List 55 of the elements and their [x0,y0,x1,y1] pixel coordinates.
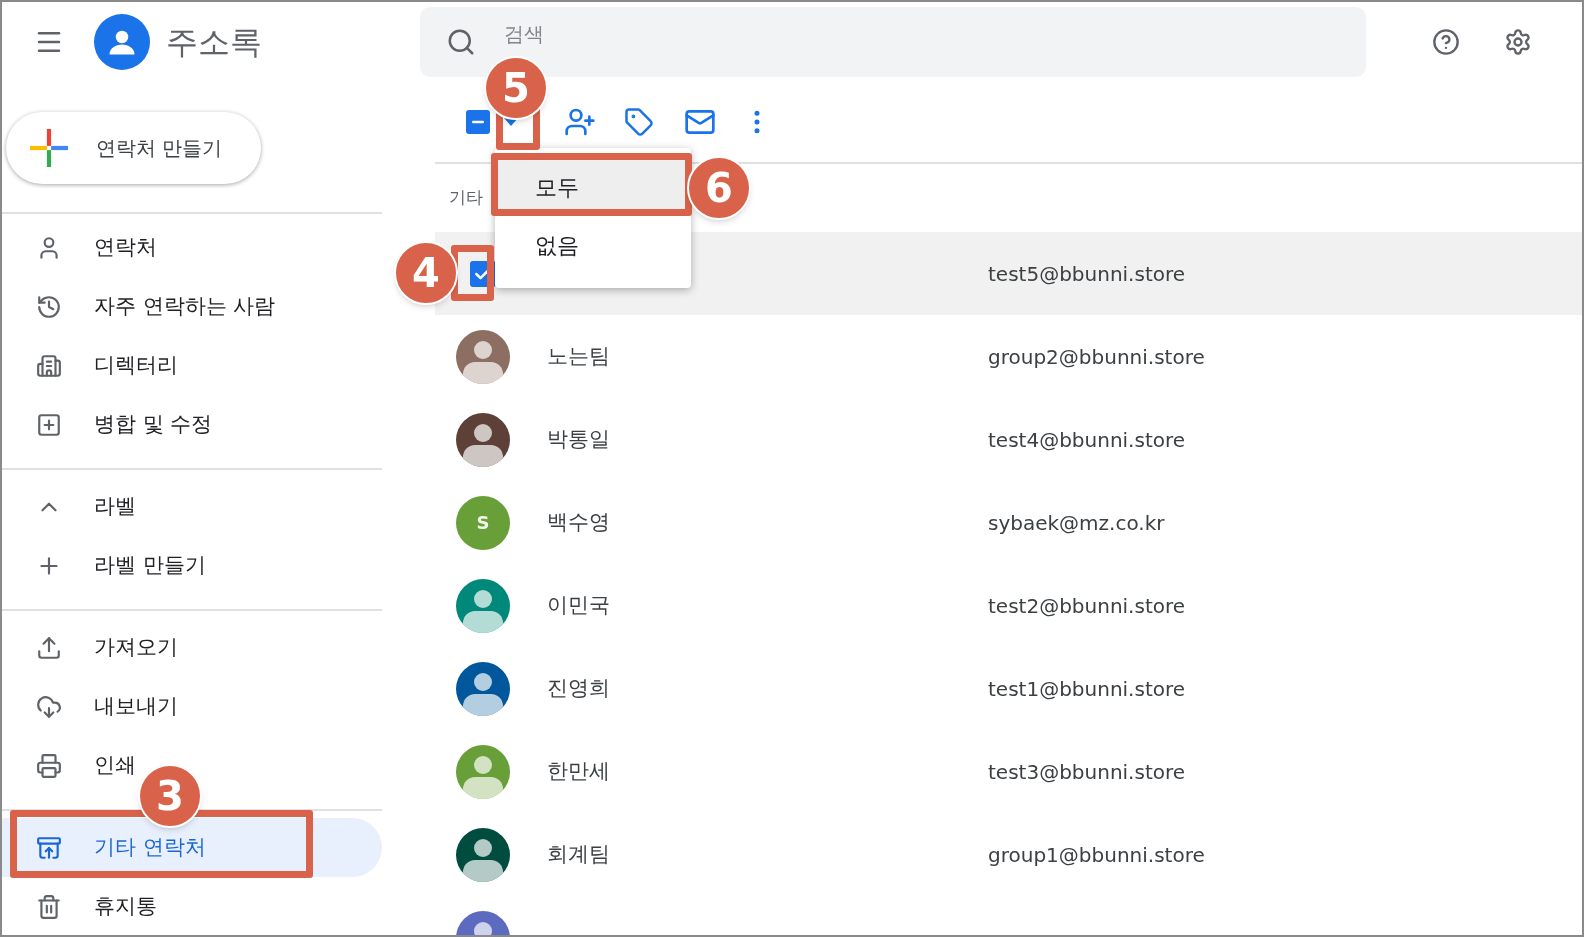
contact-email: test1@bbunni.store [988,675,1186,703]
contact-name: 한만세 [547,758,610,783]
sidebar-item[interactable]: 라벨 만들기 [2,536,206,595]
contact-email: group2@bbunni.store [988,343,1205,371]
contact-email: test3@bbunni.store [988,758,1186,786]
sidebar-item[interactable]: 병합 및 수정 [2,395,213,454]
label-icon[interactable] [624,107,654,137]
contact-email: test4@bbunni.store [988,426,1186,454]
sidebar-item[interactable]: 휴지통 [2,877,157,935]
contact-email: group1@bbunni.store [988,841,1205,869]
sidebar-item[interactable]: 디렉터리 [2,336,178,395]
upload-icon [36,634,62,661]
create-contact-button[interactable]: 연락처 만들기 [6,112,261,184]
step-badge: 4 [394,241,458,305]
archive-icon [36,834,62,861]
history-icon [36,293,62,320]
settings-icon[interactable] [1504,28,1532,56]
plus-icon [30,129,68,167]
sidebar-item[interactable]: 자주 연락하는 사람 [2,277,276,336]
contact-name: 백수영 [547,509,610,534]
contact-name: 진영희 [547,675,610,700]
contact-email: test2@bbunni.store [988,592,1186,620]
help-icon[interactable] [1432,28,1460,56]
contact-row[interactable]: 한만세 test3@bbunni.store [435,730,1582,813]
contact-row[interactable]: S 백수영 sybaek@mz.co.kr [435,481,1582,564]
step-badge: 6 [687,156,751,220]
add-person-icon[interactable] [564,106,596,138]
contact-name: 회계팀 [547,841,610,866]
contact-row[interactable]: 박통일 test4@bbunni.store [435,398,1582,481]
contact-row[interactable]: 진영희 test1@bbunni.store [435,647,1582,730]
select-all-checkbox[interactable] [466,110,490,134]
sidebar-item[interactable]: 인쇄 [2,736,136,795]
contact-row[interactable]: 이민국 test2@bbunni.store [435,564,1582,647]
search-icon[interactable] [446,27,476,57]
printer-icon [36,752,62,779]
trash-icon [36,893,62,920]
app-title: 주소록 [166,22,262,63]
building-icon [36,352,62,379]
avatar: S [456,495,510,550]
contact-name: 박통일 [547,426,610,451]
contact-name: 이민국 [547,592,610,617]
cloud-download-icon [36,693,62,720]
sidebar-item[interactable]: 라벨 [2,477,136,536]
contact-row[interactable]: 노는팀 group2@bbunni.store [435,315,1582,398]
contact-row[interactable]: 회계팀 group1@bbunni.store [435,813,1582,896]
sidebar-item[interactable]: 가져오기 [2,618,178,677]
sidebar-item[interactable]: 연락처 [2,218,157,277]
merge-icon [36,411,62,438]
contact-email: sybaek@mz.co.kr [988,509,1165,537]
section-label: 기타 [449,186,483,210]
sidebar-item[interactable]: 내보내기 [2,677,178,736]
contact-name: 노는팀 [547,343,610,368]
step-badge: 3 [138,764,202,828]
logo-icon [94,14,150,70]
contact-email: test5@bbunni.store [988,260,1186,288]
